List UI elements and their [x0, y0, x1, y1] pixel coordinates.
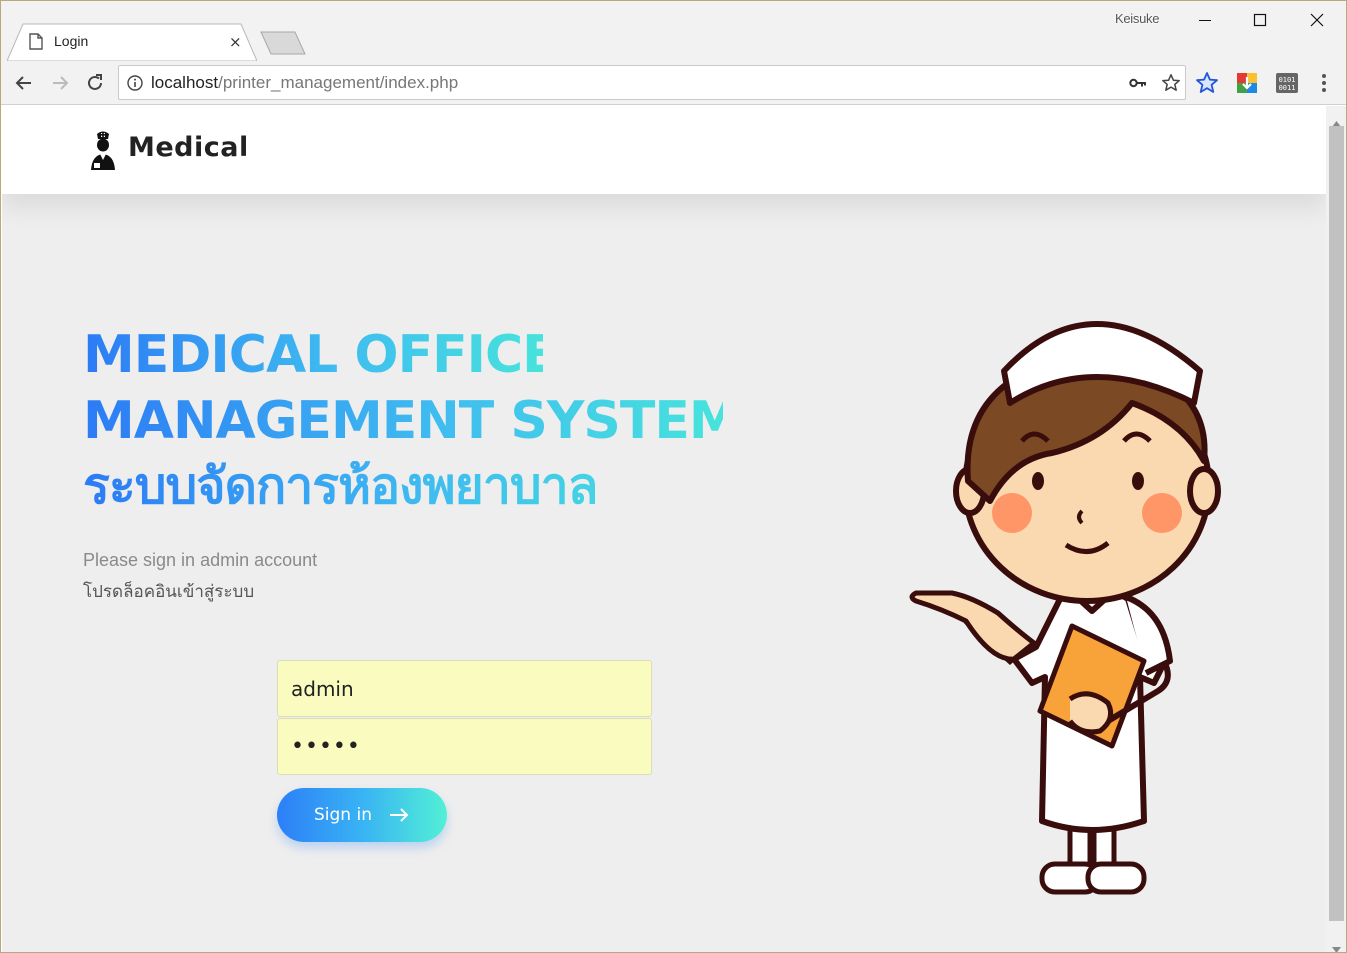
url-text[interactable]: localhost/printer_management/index.php: [151, 73, 458, 93]
download-extension-icon[interactable]: [1235, 71, 1259, 95]
url-path: /printer_management/index.php: [218, 73, 459, 92]
nurse-logo-icon[interactable]: [88, 130, 118, 174]
address-bar[interactable]: localhost/printer_management/index.php: [118, 65, 1186, 100]
svg-text:0101: 0101: [1279, 76, 1296, 84]
signin-instruction-th: โปรดล็อคอินเข้าสู่ระบบ: [83, 582, 255, 601]
page-viewport: Medical MEDICAL OFFICE MANAGEMENT SYSTEM…: [2, 106, 1326, 952]
scroll-down-icon[interactable]: [1332, 938, 1341, 952]
key-icon[interactable]: [1129, 75, 1147, 94]
binary-extension-icon[interactable]: 0101 0011: [1275, 71, 1299, 95]
kebab-menu-icon[interactable]: [1314, 71, 1338, 95]
tab-login[interactable]: Login ×: [7, 23, 257, 61]
maximize-icon[interactable]: [1249, 9, 1271, 31]
reload-icon[interactable]: [83, 71, 107, 95]
url-host: localhost: [151, 73, 219, 92]
signin-button[interactable]: Sign in: [277, 788, 447, 842]
signin-instruction-en: Please sign in admin account: [83, 550, 318, 570]
hero-title-line-2: MANAGEMENT SYSTEM: [83, 391, 741, 451]
browser-toolbar: localhost/printer_management/index.php 0…: [1, 61, 1346, 105]
tab-strip: Login × Keisuke: [1, 1, 1346, 61]
star-icon[interactable]: [1161, 73, 1181, 97]
tab-shape: [7, 23, 257, 61]
tab-title: Login: [54, 33, 89, 49]
arrow-right-icon: [389, 808, 409, 822]
close-window-icon[interactable]: [1306, 9, 1328, 31]
brand-name[interactable]: Medical: [128, 132, 249, 163]
nurse-illustration: [902, 291, 1232, 905]
document-icon: [29, 33, 43, 54]
username-value: admin: [291, 676, 354, 701]
info-icon[interactable]: [127, 75, 143, 95]
username-input[interactable]: admin: [277, 660, 652, 717]
password-value: •••••: [291, 734, 361, 759]
password-input[interactable]: •••••: [277, 718, 652, 775]
signin-label: Sign in: [314, 805, 372, 825]
new-tab-button[interactable]: [259, 31, 307, 59]
browser-window: Login × Keisuke localhost/printer_manage…: [0, 0, 1347, 953]
minimize-icon[interactable]: [1194, 9, 1216, 31]
tab-close-icon[interactable]: ×: [229, 33, 242, 51]
vertical-scrollbar[interactable]: [1326, 106, 1346, 952]
profile-name[interactable]: Keisuke: [1115, 11, 1159, 26]
arrow-right-icon[interactable]: [48, 71, 72, 95]
svg-text:0011: 0011: [1279, 84, 1296, 92]
scroll-thumb[interactable]: [1329, 126, 1344, 921]
hero-title-line-3: ระบบจัดการห้องพยาบาล: [83, 461, 713, 511]
hero-title-line-1: MEDICAL OFFICE: [83, 325, 558, 385]
site-header: Medical: [2, 106, 1326, 194]
bookmark-extension-icon[interactable]: [1195, 71, 1219, 95]
arrow-left-icon[interactable]: [12, 71, 36, 95]
